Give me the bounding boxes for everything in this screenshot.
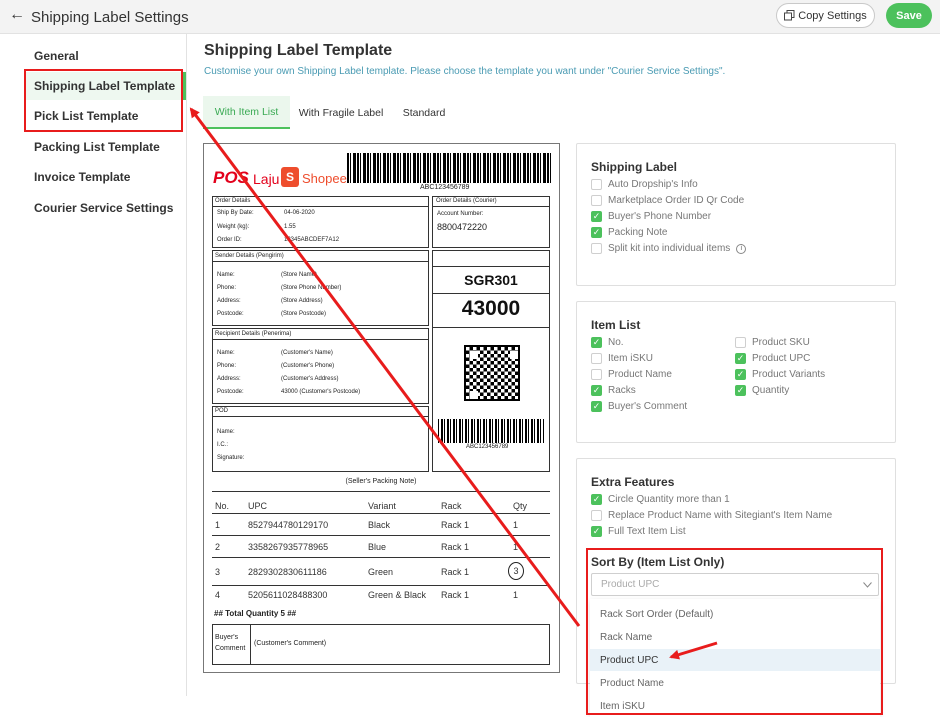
annotation-arrow-long (189, 107, 581, 627)
annotation-arrow-short (669, 641, 718, 660)
annotation-arrows (189, 107, 718, 660)
